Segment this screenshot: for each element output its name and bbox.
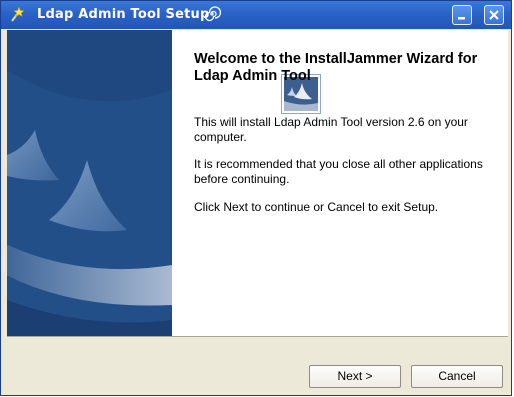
install-description: This will install Ldap Admin Tool versio… [194, 115, 468, 144]
close-button[interactable] [484, 5, 504, 25]
wand-icon [8, 5, 26, 23]
next-button[interactable]: Next > [309, 365, 401, 388]
welcome-heading: Welcome to the InstallJammer Wizard for … [194, 51, 478, 84]
minimize-icon [458, 17, 465, 20]
window-title: Ldap Admin Tool Setup [37, 7, 210, 22]
minimize-button[interactable] [452, 5, 472, 25]
swirl-icon [203, 5, 222, 23]
installer-window: Ldap Admin Tool Setup Welcome to the Ins… [0, 0, 512, 396]
title-bar[interactable]: Ldap Admin Tool Setup [1, 1, 511, 29]
wizard-side-image [7, 30, 172, 336]
continue-instruction: Click Next to continue or Cancel to exit… [194, 200, 439, 214]
cancel-button[interactable]: Cancel [411, 365, 503, 388]
close-icon [489, 10, 499, 20]
close-apps-recommendation: It is recommended that you close all oth… [194, 157, 483, 186]
